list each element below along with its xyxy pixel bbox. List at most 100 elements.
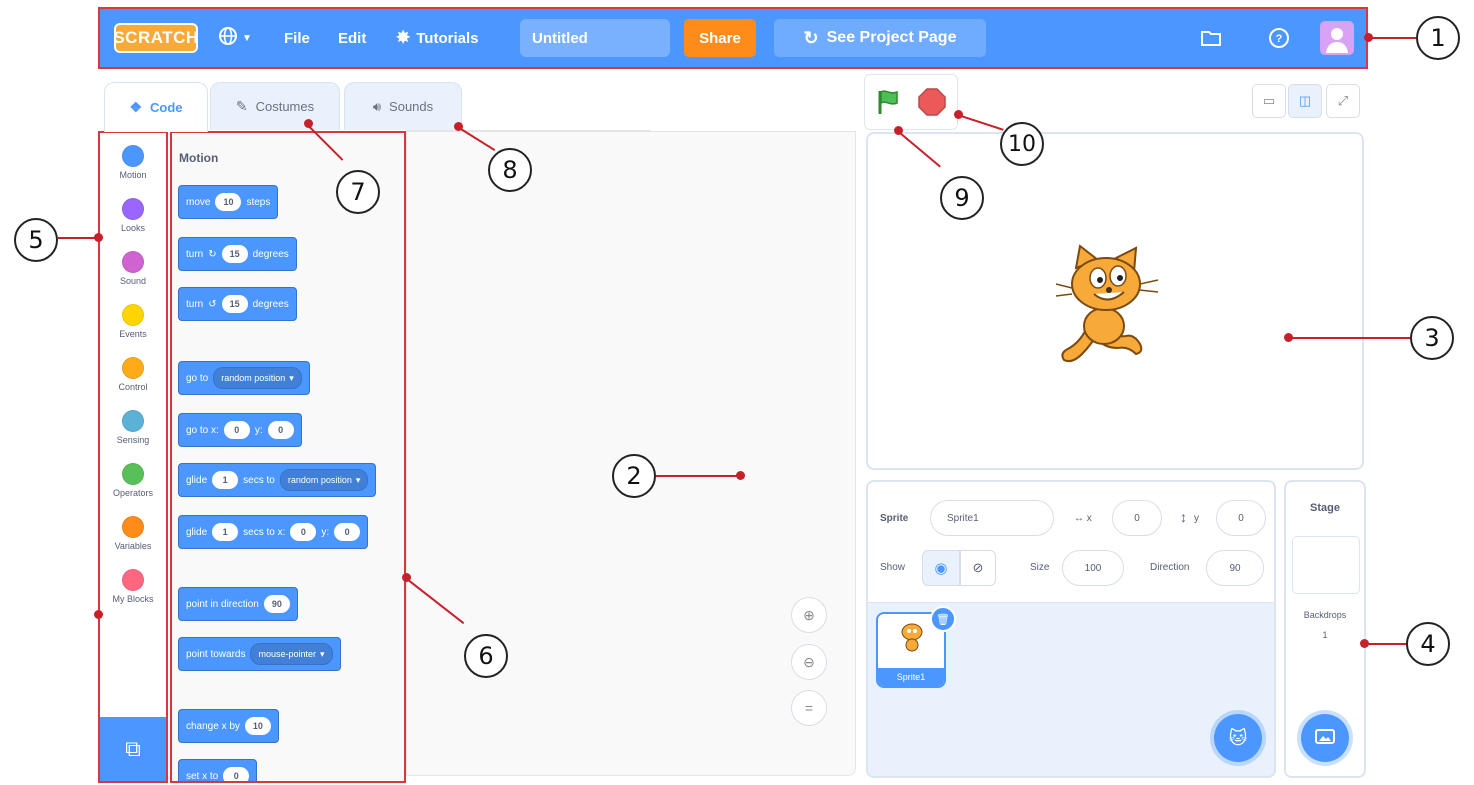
stop-sign-icon[interactable] — [917, 87, 947, 122]
category-label: Motion — [119, 170, 147, 180]
hide-sprite-eye-off-icon[interactable]: ⊘ — [960, 550, 996, 586]
zoom-out-icon[interactable]: ⊖ — [791, 644, 827, 680]
share-button[interactable]: Share — [684, 19, 756, 57]
y-input[interactable]: 0 — [334, 523, 361, 541]
tab-sounds[interactable]: 🔊︎ Sounds — [344, 82, 462, 130]
scratch-logo[interactable]: SCRATCH — [113, 23, 198, 53]
sprite-pane: Sprite Sprite1 ↔ x 0 ↕ y 0 Show ◉ ⊘ Size… — [866, 480, 1276, 778]
set-x-block[interactable]: set x to 0 — [178, 759, 258, 781]
category-label: Events — [119, 329, 147, 339]
turn-left-block[interactable]: turn ↺ 15 degrees — [178, 287, 297, 321]
category-label: My Blocks — [112, 594, 154, 604]
sprite-name-input[interactable]: Sprite1 — [930, 500, 1054, 536]
category-label: Sound — [119, 276, 147, 286]
stage-canvas[interactable] — [866, 132, 1364, 470]
stage-backdrop-thumbnail[interactable] — [1292, 536, 1360, 594]
y-position-input[interactable]: 0 — [1216, 500, 1266, 536]
change-x-input[interactable]: 10 — [244, 717, 271, 735]
language-menu[interactable]: ▼ — [218, 9, 252, 67]
size-label: Size — [1030, 562, 1050, 573]
sprite-thumbnail-name: Sprite1 — [878, 668, 944, 686]
see-project-page-button[interactable]: ↻ See Project Page — [774, 19, 986, 57]
scratch-cat-sprite[interactable] — [1054, 244, 1164, 379]
secs-input[interactable]: 1 — [212, 523, 239, 541]
degrees-input[interactable]: 15 — [221, 245, 248, 263]
category-events[interactable]: Events — [100, 304, 166, 339]
category-my-blocks[interactable]: My Blocks — [100, 569, 166, 604]
svg-text:?: ? — [1276, 33, 1283, 45]
size-input[interactable]: 100 — [1062, 550, 1124, 586]
target-dropdown[interactable]: random position ▾ — [279, 469, 369, 491]
edit-menu[interactable]: Edit — [338, 9, 366, 67]
x-input[interactable]: 0 — [223, 421, 250, 439]
category-label: Operators — [112, 488, 154, 498]
callout-7-dot — [304, 119, 313, 128]
category-looks[interactable]: Looks — [100, 198, 166, 233]
move-steps-block[interactable]: move 10 steps — [178, 185, 279, 219]
stage-target-pane[interactable]: Stage Backdrops 1 — [1284, 480, 1366, 778]
steps-input[interactable]: 10 — [215, 193, 242, 211]
change-x-block[interactable]: change x by 10 — [178, 709, 279, 743]
choose-sprite-cat-icon[interactable]: 🐱︎ — [1214, 714, 1262, 762]
category-sensing[interactable]: Sensing — [100, 410, 166, 445]
callout-9: 9 — [940, 176, 984, 220]
y-input[interactable]: 0 — [267, 421, 294, 439]
callout-8: 8 — [488, 148, 532, 192]
block-text: y: — [321, 526, 330, 538]
turn-right-block[interactable]: turn ↻ 15 degrees — [178, 237, 297, 271]
tab-sounds-label: Sounds — [389, 99, 434, 114]
my-stuff-folder-icon[interactable] — [1200, 9, 1222, 67]
fullscreen-icon[interactable]: ⤢ — [1326, 84, 1360, 118]
point-in-direction-block[interactable]: point in direction 90 — [178, 587, 298, 621]
go-to-block[interactable]: go to random position ▾ — [178, 361, 310, 395]
file-menu[interactable]: File — [284, 9, 310, 67]
green-flag-icon[interactable] — [875, 88, 903, 121]
go-to-xy-block[interactable]: go to x: 0 y: 0 — [178, 413, 302, 447]
direction-input[interactable]: 90 — [1206, 550, 1264, 586]
user-avatar[interactable] — [1320, 21, 1354, 55]
degrees-input[interactable]: 15 — [221, 295, 248, 313]
show-visible-eye-icon[interactable]: ◉ — [922, 550, 960, 586]
x-position-input[interactable]: 0 — [1112, 500, 1162, 536]
project-title-input[interactable]: Untitled — [520, 19, 670, 57]
target-dropdown[interactable]: mouse-pointer ▾ — [250, 643, 333, 665]
sprite-label: Sprite — [880, 513, 909, 524]
tutorials-menu[interactable]: ✸ Tutorials — [396, 9, 478, 67]
set-x-input[interactable]: 0 — [223, 767, 250, 781]
small-stage-icon[interactable]: ▭ — [1252, 84, 1286, 118]
callout-1-dot — [1364, 33, 1373, 42]
stage-title: Stage — [1310, 502, 1340, 514]
normal-stage-icon[interactable]: ◫ — [1288, 84, 1322, 118]
callout-1: 1 — [1416, 16, 1460, 60]
category-color-dot — [122, 410, 144, 432]
tab-costumes[interactable]: ✎ Costumes — [210, 82, 340, 130]
point-towards-block[interactable]: point towards mouse-pointer ▾ — [178, 637, 341, 671]
help-icon[interactable]: ? — [1268, 9, 1290, 67]
glide-block[interactable]: glide 1 secs to random position ▾ — [178, 463, 377, 497]
category-variables[interactable]: Variables — [100, 516, 166, 551]
vertical-arrows-icon: ↕ — [1180, 509, 1187, 525]
zoom-reset-icon[interactable]: = — [791, 690, 827, 726]
callout-8-dot — [454, 122, 463, 131]
x-label: ↔ x — [1074, 513, 1092, 524]
block-text: turn — [186, 248, 204, 260]
choose-backdrop-icon[interactable] — [1301, 714, 1349, 762]
speaker-icon: 🔊︎ — [372, 98, 382, 114]
callout-6: 6 — [464, 634, 508, 678]
callout-3: 3 — [1410, 316, 1454, 360]
direction-input[interactable]: 90 — [263, 595, 290, 613]
tab-code[interactable]: ❖ Code — [104, 82, 208, 132]
y-label: y — [1194, 513, 1199, 524]
zoom-in-icon[interactable]: ⊕ — [791, 597, 827, 633]
category-motion[interactable]: Motion — [100, 145, 166, 180]
category-operators[interactable]: Operators — [100, 463, 166, 498]
category-control[interactable]: Control — [100, 357, 166, 392]
add-extension-icon[interactable]: ⧉ — [100, 717, 166, 781]
secs-input[interactable]: 1 — [212, 471, 239, 489]
category-sound[interactable]: Sound — [100, 251, 166, 286]
x-input[interactable]: 0 — [290, 523, 317, 541]
target-dropdown[interactable]: random position ▾ — [213, 367, 302, 389]
delete-sprite-icon[interactable]: 🗑︎ — [930, 606, 956, 632]
glide-xy-block[interactable]: glide 1 secs to x: 0 y: 0 — [178, 515, 369, 549]
block-palette: Motion move 10 steps turn ↻ 15 degrees t… — [170, 131, 406, 783]
